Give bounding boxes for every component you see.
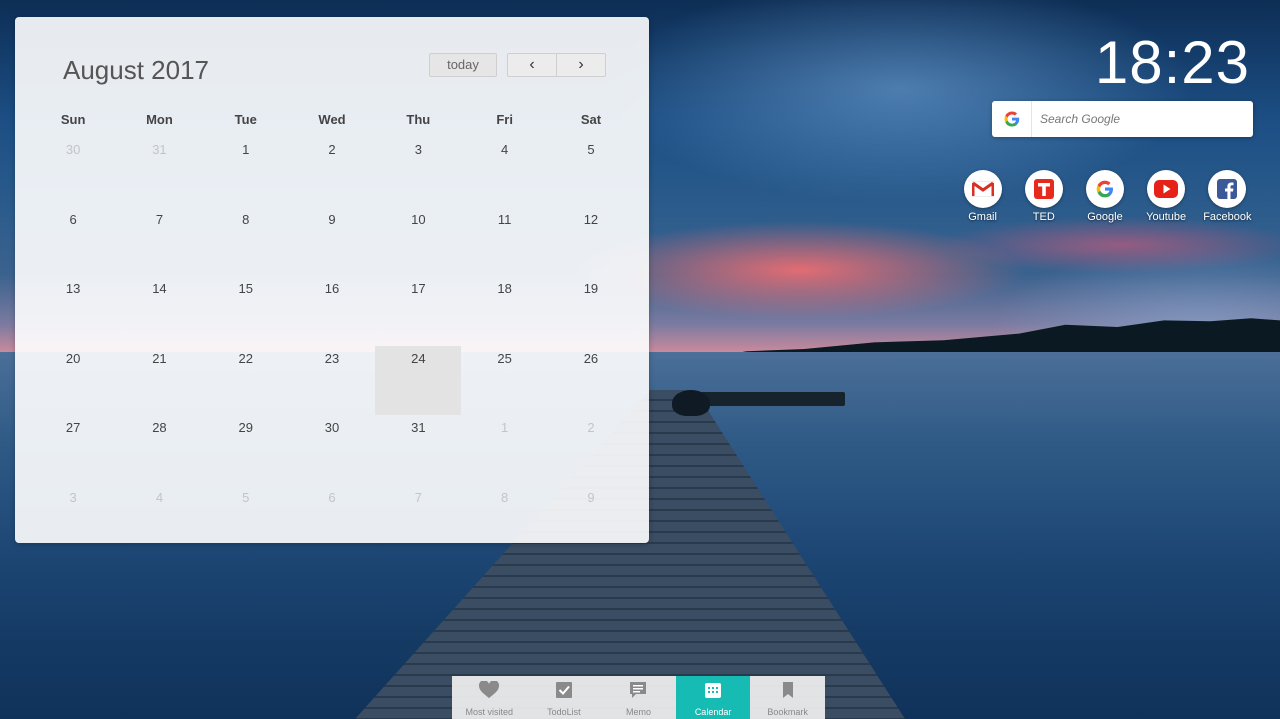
shortcut-gmail[interactable]: Gmail [952, 170, 1013, 226]
calendar-day[interactable]: 25 [461, 346, 547, 416]
calendar-day[interactable]: 22 [203, 346, 289, 416]
calendar-day[interactable]: 9 [289, 207, 375, 277]
tab-label: Bookmark [767, 707, 808, 717]
youtube-icon [1147, 170, 1186, 208]
google-icon [1085, 170, 1124, 208]
calendar-icon [704, 681, 722, 704]
search-input[interactable] [1040, 112, 1240, 126]
calendar-day-other-month[interactable]: 4 [116, 485, 202, 555]
calendar-day-grid: 30 31 1 2 3 4 5 6 7 8 9 10 11 12 13 14 15 16 17 18 19 20 21 22 2… [30, 137, 634, 555]
calendar-day-other-month[interactable]: 9 [548, 485, 634, 555]
search-box[interactable] [992, 101, 1253, 137]
shortcut-label: TED [1032, 211, 1055, 223]
shortcut-label: Gmail [968, 211, 997, 223]
calendar-day-today[interactable]: 24 [375, 345, 462, 416]
calendar-day[interactable]: 19 [548, 276, 634, 346]
calendar-day[interactable]: 8 [203, 207, 289, 277]
tab-memo[interactable]: Memo [601, 676, 676, 719]
memo-icon [629, 681, 647, 704]
weekday-label: Thu [406, 112, 431, 127]
weekday-label: Fri [496, 112, 513, 127]
heart-icon [478, 680, 500, 704]
calendar-day-other-month[interactable]: 5 [203, 485, 289, 555]
calendar-day[interactable]: 29 [203, 415, 289, 485]
calendar-day-other-month[interactable]: 3 [30, 485, 116, 555]
shortcut-list: Gmail TED Google Youtube Facebook [952, 170, 1262, 226]
weekday-header: Sun Mon Tue Wed Thu Fri Sat [30, 112, 634, 132]
calendar-day[interactable]: 11 [461, 207, 547, 277]
tab-label: Calendar [694, 707, 732, 717]
prev-month-button[interactable]: ‹ [507, 53, 557, 77]
shortcut-facebook[interactable]: Facebook [1197, 170, 1258, 226]
calendar-day[interactable]: 17 [375, 276, 461, 346]
calendar-day[interactable]: 3 [375, 137, 461, 207]
facebook-icon [1208, 170, 1247, 208]
calendar-panel: August 2017 today ‹ › Sun Mon Tue Wed Th… [15, 17, 649, 543]
shortcut-ted[interactable]: TED [1013, 170, 1074, 226]
calendar-day[interactable]: 6 [30, 207, 116, 277]
shortcut-google[interactable]: Google [1074, 170, 1135, 226]
calendar-day[interactable]: 28 [116, 415, 202, 485]
clock: 18:23 [1094, 29, 1250, 96]
calendar-day-other-month[interactable]: 30 [30, 137, 116, 207]
weekday-label: Sun [60, 112, 86, 127]
calendar-day-other-month[interactable]: 6 [289, 485, 375, 555]
calendar-day[interactable]: 10 [375, 207, 461, 277]
calendar-month-title: August 2017 [63, 55, 210, 85]
calendar-day[interactable]: 30 [289, 415, 375, 485]
bookmark-icon [781, 681, 795, 704]
calendar-day[interactable]: 27 [30, 415, 116, 485]
calendar-day[interactable]: 31 [375, 415, 461, 485]
next-month-button[interactable]: › [556, 53, 606, 77]
calendar-day[interactable]: 2 [289, 137, 375, 207]
calendar-day[interactable]: 4 [461, 137, 547, 207]
calendar-day[interactable]: 23 [289, 346, 375, 416]
tab-calendar[interactable]: Calendar [675, 676, 751, 719]
bottom-tab-bar: Most visited TodoList Memo Calendar Book… [452, 676, 825, 719]
gmail-icon [963, 170, 1002, 208]
calendar-day-other-month[interactable]: 7 [375, 485, 461, 555]
chevron-right-icon: › [578, 56, 584, 73]
calendar-day[interactable]: 1 [203, 137, 289, 207]
today-button[interactable]: today [429, 53, 497, 77]
tab-label: Most visited [465, 707, 514, 717]
tab-bookmark[interactable]: Bookmark [750, 676, 825, 719]
weekday-label: Mon [146, 112, 173, 127]
floating-dock [700, 392, 845, 406]
calendar-day[interactable]: 20 [30, 346, 116, 416]
tab-most-visited[interactable]: Most visited [452, 676, 527, 719]
calendar-day[interactable]: 5 [548, 137, 634, 207]
calendar-day[interactable]: 12 [548, 207, 634, 277]
calendar-day-other-month[interactable]: 1 [461, 415, 547, 485]
weekday-label: Sat [580, 112, 602, 127]
chevron-left-icon: ‹ [529, 56, 535, 73]
tab-todolist[interactable]: TodoList [527, 676, 602, 719]
tab-label: TodoList [547, 707, 581, 717]
shortcut-label: Youtube [1146, 211, 1187, 223]
shortcut-label: Google [1087, 211, 1123, 223]
boat [672, 390, 710, 416]
shortcut-label: Facebook [1203, 211, 1252, 223]
calendar-day[interactable]: 26 [548, 346, 634, 416]
calendar-day[interactable]: 18 [461, 276, 547, 346]
checkbox-icon [555, 681, 573, 704]
calendar-day-other-month[interactable]: 2 [548, 415, 634, 485]
shortcut-youtube[interactable]: Youtube [1136, 170, 1197, 226]
calendar-day-other-month[interactable]: 8 [461, 485, 547, 555]
calendar-day[interactable]: 16 [289, 276, 375, 346]
calendar-day[interactable]: 14 [116, 276, 202, 346]
calendar-day-other-month[interactable]: 31 [116, 137, 202, 207]
weekday-label: Wed [318, 112, 346, 127]
calendar-day[interactable]: 13 [30, 276, 116, 346]
calendar-day[interactable]: 15 [203, 276, 289, 346]
ted-icon [1024, 170, 1063, 208]
google-g-icon [992, 101, 1032, 137]
calendar-day[interactable]: 7 [116, 207, 202, 277]
calendar-day[interactable]: 21 [116, 346, 202, 416]
tab-label: Memo [625, 707, 651, 717]
weekday-label: Tue [234, 112, 257, 127]
